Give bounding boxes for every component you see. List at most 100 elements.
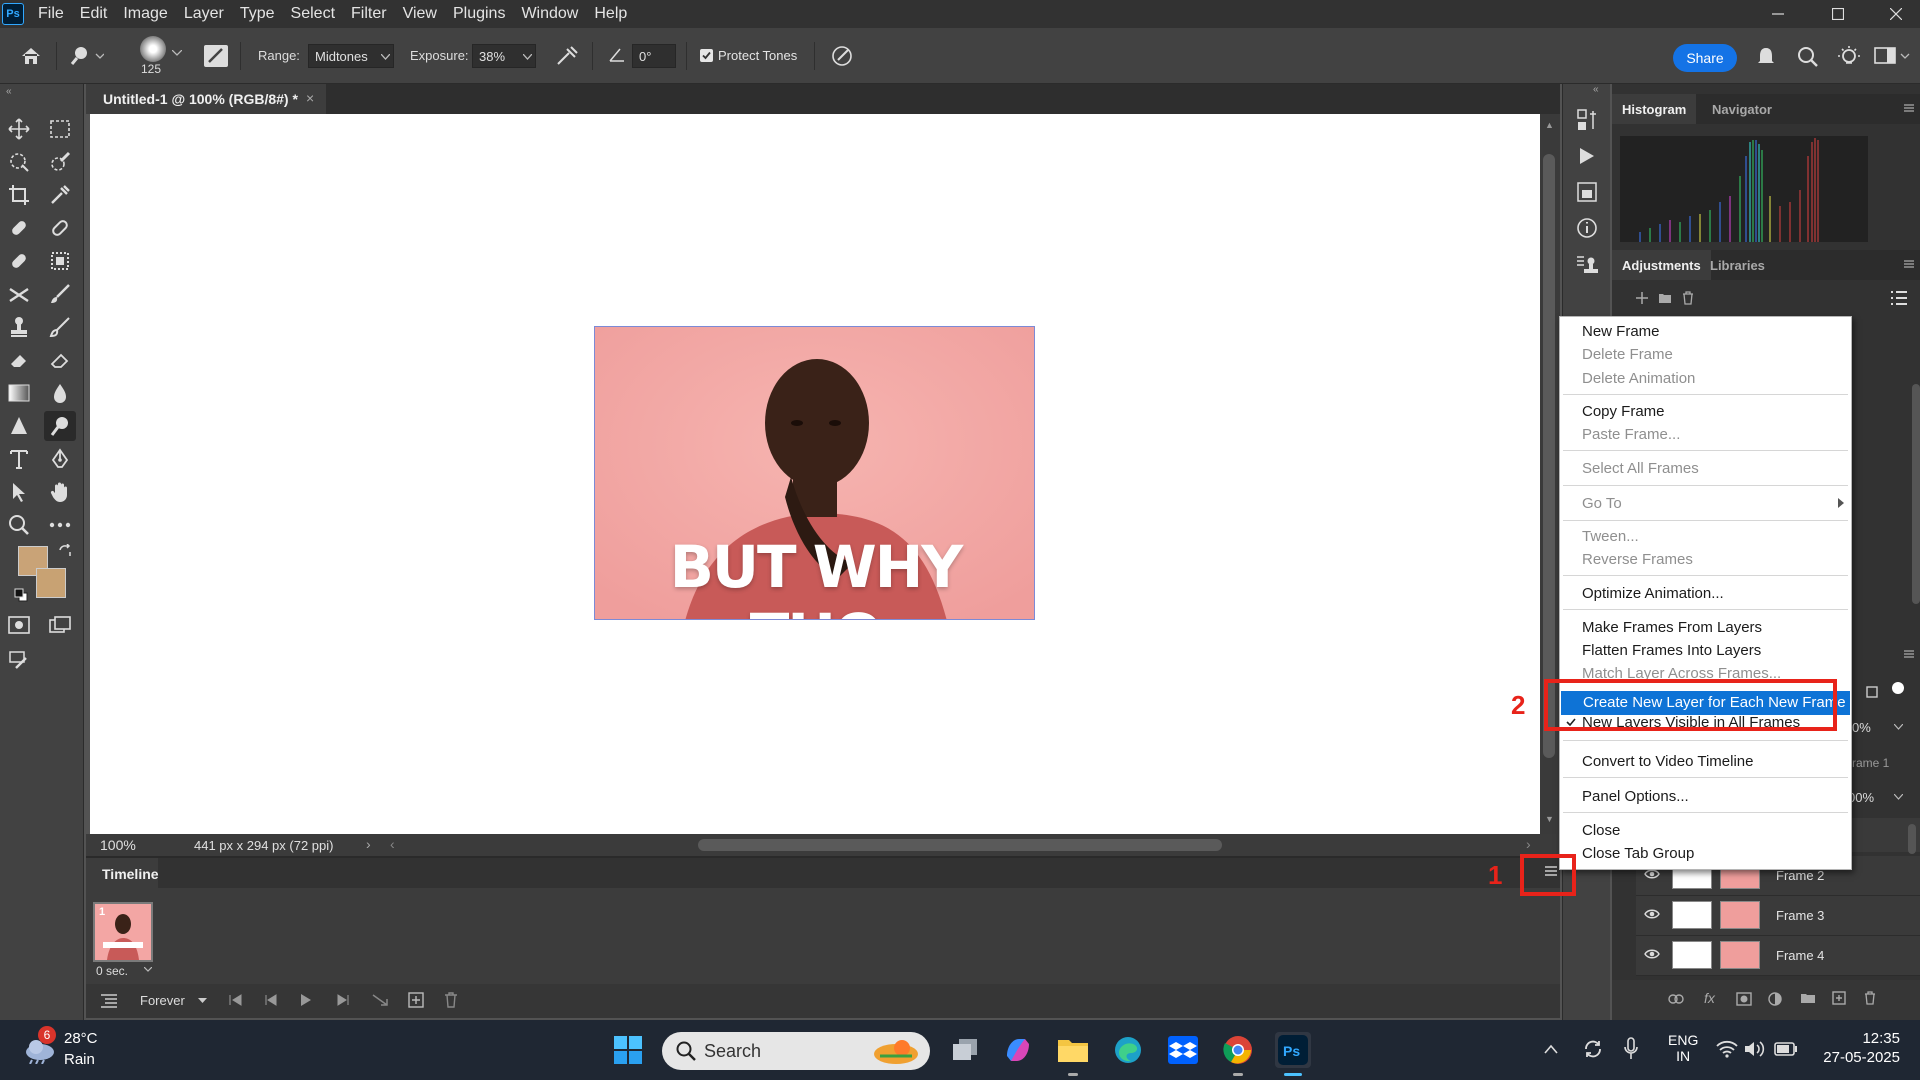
show-hidden-icons-chevron-icon[interactable] xyxy=(1544,1044,1558,1054)
more-tools-icon[interactable] xyxy=(44,510,76,540)
close-window-button[interactable] xyxy=(1866,0,1920,28)
object-selection-tool-icon[interactable] xyxy=(3,147,35,177)
frame-delay[interactable]: 0 sec. xyxy=(96,964,128,978)
menu-window[interactable]: Window xyxy=(513,5,586,23)
discover-lightbulb-icon[interactable] xyxy=(1837,45,1861,69)
edge-browser-icon[interactable] xyxy=(1110,1032,1146,1068)
eye-icon[interactable] xyxy=(1644,948,1660,960)
duplicate-frame-icon[interactable] xyxy=(408,992,424,1008)
airbrush-icon[interactable] xyxy=(555,45,579,67)
delete-frame-icon[interactable] xyxy=(444,992,458,1008)
sharpen-tool-icon[interactable] xyxy=(3,411,35,441)
patch-tool-icon[interactable] xyxy=(3,246,35,276)
layer-image-thumbnail[interactable] xyxy=(1720,941,1760,969)
clone-stamp-tool-icon[interactable] xyxy=(3,312,35,342)
menu-item-reverse-frames[interactable]: Reverse Frames xyxy=(1560,549,1851,571)
menu-item-panel-options[interactable]: Panel Options... xyxy=(1560,786,1851,808)
history-panel-icon[interactable] xyxy=(1575,108,1599,132)
layer-row[interactable]: Frame 3 xyxy=(1636,896,1920,936)
menu-item-make-frames-from-layers[interactable]: Make Frames From Layers xyxy=(1560,617,1851,639)
content-aware-move-tool-icon[interactable] xyxy=(44,246,76,276)
pressure-size-icon[interactable] xyxy=(830,44,854,68)
menu-item-select-all-frames[interactable]: Select All Frames xyxy=(1560,458,1851,480)
background-eraser-icon[interactable] xyxy=(44,345,76,375)
tab-navigator[interactable]: Navigator xyxy=(1702,94,1782,124)
clone-source-icon[interactable] xyxy=(1575,254,1599,278)
zoom-tool-icon[interactable] xyxy=(3,510,35,540)
quick-mask-icon[interactable] xyxy=(3,610,35,640)
adjustment-layer-icon[interactable] xyxy=(1768,992,1782,1006)
language-indicator[interactable]: ENG IN xyxy=(1668,1032,1698,1064)
dodge-tool-preset-icon[interactable] xyxy=(70,46,104,66)
play-icon[interactable] xyxy=(300,993,312,1007)
adjustment-folder-icon[interactable] xyxy=(1658,292,1672,304)
tween-icon[interactable] xyxy=(372,994,388,1006)
layer-mask-thumbnail[interactable] xyxy=(1672,901,1712,929)
photoshop-taskbar-icon[interactable]: Ps xyxy=(1275,1032,1311,1068)
fx-icon[interactable]: fx xyxy=(1704,990,1715,1006)
loop-chevron-icon[interactable] xyxy=(198,998,207,1004)
link-layers-icon[interactable] xyxy=(1668,994,1684,1004)
canvas[interactable]: BUT WHY THO xyxy=(90,114,1540,834)
weather-temp[interactable]: 28°C xyxy=(64,1030,98,1047)
default-colors-icon[interactable] xyxy=(14,588,28,602)
scroll-right-icon[interactable]: › xyxy=(1526,836,1531,852)
opacity-value-partial[interactable]: 0% xyxy=(1852,720,1871,735)
copilot-icon[interactable] xyxy=(1000,1032,1036,1068)
menu-filter[interactable]: Filter xyxy=(343,5,395,23)
microphone-icon[interactable] xyxy=(1624,1037,1638,1061)
volume-icon[interactable] xyxy=(1744,1040,1766,1058)
convert-to-video-icon[interactable] xyxy=(100,994,118,1008)
red-eye-tool-icon[interactable] xyxy=(3,279,35,309)
minimize-button[interactable] xyxy=(1748,0,1808,28)
close-tab-icon[interactable]: × xyxy=(306,90,314,106)
previous-frame-icon[interactable] xyxy=(264,994,278,1006)
zoom-level[interactable]: 100% xyxy=(100,837,136,853)
tab-histogram[interactable]: Histogram xyxy=(1612,94,1697,124)
fill-chevron-icon[interactable] xyxy=(1894,794,1903,800)
pen-tool-icon[interactable] xyxy=(44,444,76,474)
task-view-icon[interactable] xyxy=(947,1032,983,1068)
eyedropper-tool-icon[interactable] xyxy=(44,180,76,210)
first-frame-icon[interactable] xyxy=(228,994,242,1006)
dodge-tool-icon[interactable] xyxy=(44,411,76,441)
layer-mask-thumbnail[interactable] xyxy=(1672,941,1712,969)
path-selection-tool-icon[interactable] xyxy=(3,477,35,507)
menu-select[interactable]: Select xyxy=(283,5,343,23)
add-adjustment-icon[interactable] xyxy=(1636,292,1648,304)
loop-option[interactable]: Forever xyxy=(140,993,185,1008)
scroll-up-icon[interactable]: ▲ xyxy=(1545,120,1554,130)
histogram-menu-icon[interactable] xyxy=(1904,104,1914,112)
new-group-icon[interactable] xyxy=(1800,992,1816,1004)
dropbox-icon[interactable] xyxy=(1165,1032,1201,1068)
menu-edit[interactable]: Edit xyxy=(72,5,116,23)
properties-panel-icon[interactable] xyxy=(1575,180,1599,204)
frame-thumbnail[interactable]: 1 xyxy=(93,902,153,962)
menu-item-flatten-frames-into-layers[interactable]: Flatten Frames Into Layers xyxy=(1560,640,1851,662)
filter-toggle-icon[interactable] xyxy=(1892,682,1904,694)
vertical-scroll-thumb[interactable] xyxy=(1543,154,1555,758)
menu-layer[interactable]: Layer xyxy=(176,5,232,23)
layer-name[interactable]: Frame 4 xyxy=(1776,948,1824,963)
windows-start-icon[interactable] xyxy=(610,1032,646,1068)
home-icon[interactable] xyxy=(20,46,42,66)
menu-plugins[interactable]: Plugins xyxy=(445,5,513,23)
menu-item-optimize-animation[interactable]: Optimize Animation... xyxy=(1560,583,1851,605)
layer-name[interactable]: Frame 3 xyxy=(1776,908,1824,923)
chrome-browser-icon[interactable] xyxy=(1220,1032,1256,1068)
next-frame-icon[interactable] xyxy=(336,994,350,1006)
sync-icon[interactable] xyxy=(1582,1038,1604,1060)
exposure-input[interactable]: 38% xyxy=(472,44,536,68)
share-button[interactable]: Share xyxy=(1673,44,1737,72)
menu-item-paste-frame[interactable]: Paste Frame... xyxy=(1560,424,1851,446)
adjustment-trash-icon[interactable] xyxy=(1682,291,1694,305)
weather-desc[interactable]: Rain xyxy=(64,1051,95,1068)
frame-delay-chevron-icon[interactable] xyxy=(144,967,152,972)
healing-brush-tool-icon[interactable] xyxy=(44,213,76,243)
crop-tool-icon[interactable] xyxy=(3,180,35,210)
opacity-chevron-icon[interactable] xyxy=(1894,724,1903,730)
layer-row[interactable]: Frame 4 xyxy=(1636,936,1920,976)
menu-help[interactable]: Help xyxy=(586,5,635,23)
edit-toolbar-icon[interactable] xyxy=(3,646,35,676)
protect-tones-checkbox[interactable] xyxy=(700,49,713,62)
